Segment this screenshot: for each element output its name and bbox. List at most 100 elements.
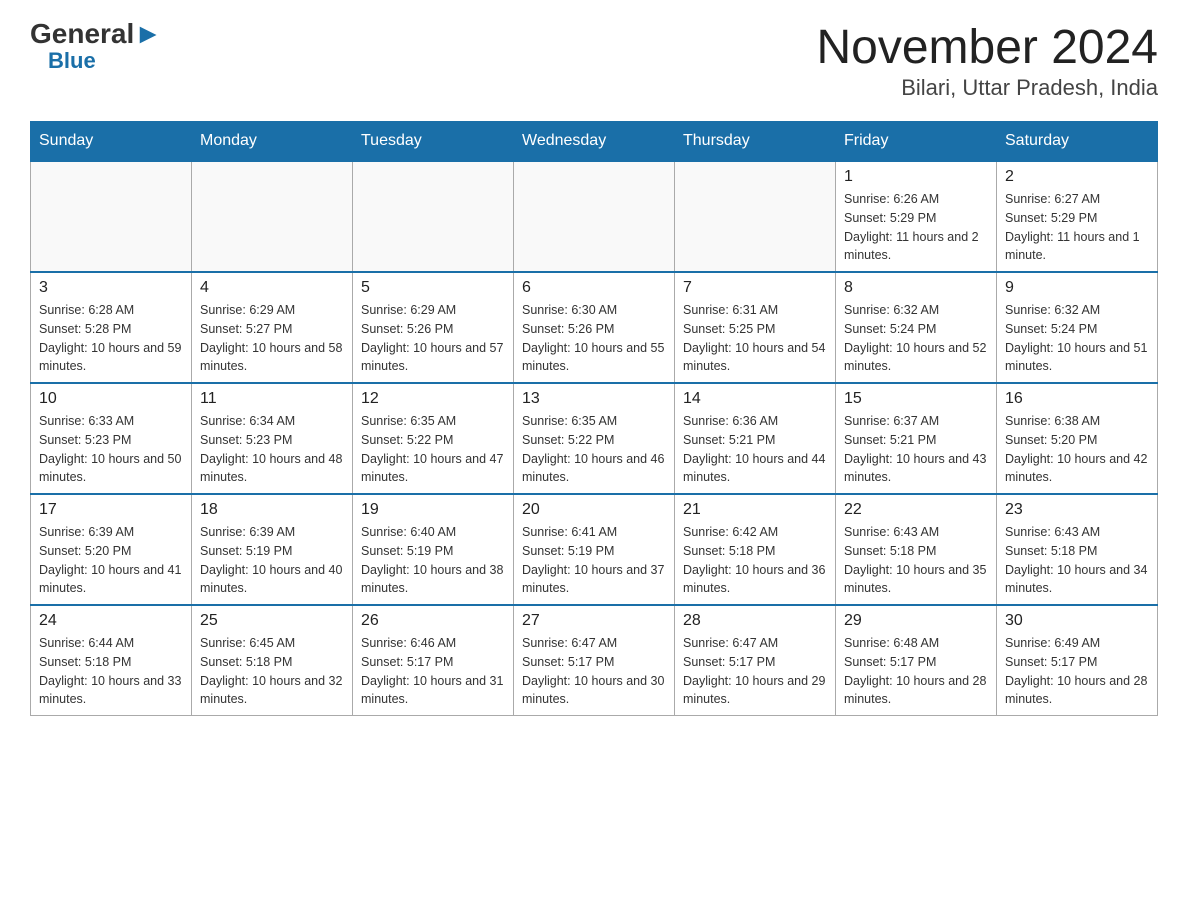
col-wednesday: Wednesday <box>514 122 675 162</box>
calendar-week-row: 24Sunrise: 6:44 AMSunset: 5:18 PMDayligh… <box>31 605 1158 716</box>
day-info: Sunrise: 6:29 AMSunset: 5:27 PMDaylight:… <box>200 301 344 376</box>
day-info: Sunrise: 6:45 AMSunset: 5:18 PMDaylight:… <box>200 634 344 709</box>
table-row: 4 Sunrise: 6:29 AMSunset: 5:27 PMDaylight… <box>192 272 353 383</box>
day-number: 2 <box>1005 168 1149 186</box>
day-info: Sunrise: 6:27 AMSunset: 5:29 PMDaylight:… <box>1005 190 1149 265</box>
table-row: 15 Sunrise: 6:37 AMSunset: 5:21 PMDayligh… <box>836 383 997 494</box>
day-info: Sunrise: 6:30 AMSunset: 5:26 PMDaylight:… <box>522 301 666 376</box>
day-number: 26 <box>361 612 505 630</box>
day-info: Sunrise: 6:31 AMSunset: 5:25 PMDaylight:… <box>683 301 827 376</box>
day-info: Sunrise: 6:47 AMSunset: 5:17 PMDaylight:… <box>522 634 666 709</box>
day-number: 18 <box>200 501 344 519</box>
col-monday: Monday <box>192 122 353 162</box>
table-row: 20Sunrise: 6:41 AMSunset: 5:19 PMDayligh… <box>514 494 675 605</box>
col-thursday: Thursday <box>675 122 836 162</box>
table-row: 5 Sunrise: 6:29 AMSunset: 5:26 PMDaylight… <box>353 272 514 383</box>
table-row <box>353 161 514 272</box>
day-number: 29 <box>844 612 988 630</box>
col-sunday: Sunday <box>31 122 192 162</box>
day-info: Sunrise: 6:26 AMSunset: 5:29 PMDaylight:… <box>844 190 988 265</box>
calendar-week-row: 3 Sunrise: 6:28 AMSunset: 5:28 PMDaylight… <box>31 272 1158 383</box>
day-number: 5 <box>361 279 505 297</box>
day-info: Sunrise: 6:43 AMSunset: 5:18 PMDaylight:… <box>1005 523 1149 598</box>
day-info: Sunrise: 6:38 AMSunset: 5:20 PMDaylight:… <box>1005 412 1149 487</box>
calendar-week-row: 10 Sunrise: 6:33 AMSunset: 5:23 PMDayligh… <box>31 383 1158 494</box>
day-number: 27 <box>522 612 666 630</box>
table-row: 6 Sunrise: 6:30 AMSunset: 5:26 PMDaylight… <box>514 272 675 383</box>
table-row: 26 Sunrise: 6:46 AMSunset: 5:17 PMDayligh… <box>353 605 514 716</box>
day-info: Sunrise: 6:49 AMSunset: 5:17 PMDaylight:… <box>1005 634 1149 709</box>
table-row <box>514 161 675 272</box>
day-info: Sunrise: 6:34 AMSunset: 5:23 PMDaylight:… <box>200 412 344 487</box>
table-row: 23 Sunrise: 6:43 AMSunset: 5:18 PMDayligh… <box>997 494 1158 605</box>
table-row: 3 Sunrise: 6:28 AMSunset: 5:28 PMDaylight… <box>31 272 192 383</box>
day-info: Sunrise: 6:32 AMSunset: 5:24 PMDaylight:… <box>844 301 988 376</box>
day-info: Sunrise: 6:39 AMSunset: 5:19 PMDaylight:… <box>200 523 344 598</box>
table-row <box>31 161 192 272</box>
table-row: 9Sunrise: 6:32 AMSunset: 5:24 PMDaylight… <box>997 272 1158 383</box>
table-row: 28 Sunrise: 6:47 AMSunset: 5:17 PMDayligh… <box>675 605 836 716</box>
day-number: 15 <box>844 390 988 408</box>
table-row: 30 Sunrise: 6:49 AMSunset: 5:17 PMDayligh… <box>997 605 1158 716</box>
table-row: 24Sunrise: 6:44 AMSunset: 5:18 PMDayligh… <box>31 605 192 716</box>
table-row: 11 Sunrise: 6:34 AMSunset: 5:23 PMDayligh… <box>192 383 353 494</box>
day-number: 7 <box>683 279 827 297</box>
day-number: 4 <box>200 279 344 297</box>
table-row: 25Sunrise: 6:45 AMSunset: 5:18 PMDayligh… <box>192 605 353 716</box>
day-number: 21 <box>683 501 827 519</box>
table-row: 27 Sunrise: 6:47 AMSunset: 5:17 PMDayligh… <box>514 605 675 716</box>
table-row: 1 Sunrise: 6:26 AMSunset: 5:29 PMDaylight… <box>836 161 997 272</box>
day-number: 12 <box>361 390 505 408</box>
calendar-header-row: Sunday Monday Tuesday Wednesday Thursday… <box>31 122 1158 162</box>
day-info: Sunrise: 6:46 AMSunset: 5:17 PMDaylight:… <box>361 634 505 709</box>
calendar-title: November 2024 <box>816 20 1158 75</box>
calendar-week-row: 17Sunrise: 6:39 AMSunset: 5:20 PMDayligh… <box>31 494 1158 605</box>
table-row: 8 Sunrise: 6:32 AMSunset: 5:24 PMDaylight… <box>836 272 997 383</box>
day-number: 3 <box>39 279 183 297</box>
day-number: 13 <box>522 390 666 408</box>
table-row: 22 Sunrise: 6:43 AMSunset: 5:18 PMDayligh… <box>836 494 997 605</box>
day-info: Sunrise: 6:40 AMSunset: 5:19 PMDaylight:… <box>361 523 505 598</box>
day-number: 28 <box>683 612 827 630</box>
table-row: 13 Sunrise: 6:35 AMSunset: 5:22 PMDayligh… <box>514 383 675 494</box>
day-number: 10 <box>39 390 183 408</box>
day-info: Sunrise: 6:37 AMSunset: 5:21 PMDaylight:… <box>844 412 988 487</box>
day-number: 8 <box>844 279 988 297</box>
day-info: Sunrise: 6:36 AMSunset: 5:21 PMDaylight:… <box>683 412 827 487</box>
logo-blue-text: Blue <box>48 48 96 74</box>
day-number: 14 <box>683 390 827 408</box>
table-row: 18 Sunrise: 6:39 AMSunset: 5:19 PMDayligh… <box>192 494 353 605</box>
table-row: 12Sunrise: 6:35 AMSunset: 5:22 PMDayligh… <box>353 383 514 494</box>
logo-general-text: General► <box>30 20 162 48</box>
col-friday: Friday <box>836 122 997 162</box>
day-info: Sunrise: 6:39 AMSunset: 5:20 PMDaylight:… <box>39 523 183 598</box>
day-info: Sunrise: 6:47 AMSunset: 5:17 PMDaylight:… <box>683 634 827 709</box>
table-row: 19 Sunrise: 6:40 AMSunset: 5:19 PMDayligh… <box>353 494 514 605</box>
day-info: Sunrise: 6:44 AMSunset: 5:18 PMDaylight:… <box>39 634 183 709</box>
day-number: 16 <box>1005 390 1149 408</box>
table-row: 14 Sunrise: 6:36 AMSunset: 5:21 PMDayligh… <box>675 383 836 494</box>
day-number: 11 <box>200 390 344 408</box>
day-number: 1 <box>844 168 988 186</box>
table-row: 29 Sunrise: 6:48 AMSunset: 5:17 PMDayligh… <box>836 605 997 716</box>
table-row: 10 Sunrise: 6:33 AMSunset: 5:23 PMDayligh… <box>31 383 192 494</box>
title-block: November 2024 Bilari, Uttar Pradesh, Ind… <box>816 20 1158 101</box>
day-info: Sunrise: 6:41 AMSunset: 5:19 PMDaylight:… <box>522 523 666 598</box>
col-saturday: Saturday <box>997 122 1158 162</box>
day-number: 22 <box>844 501 988 519</box>
table-row <box>192 161 353 272</box>
day-number: 6 <box>522 279 666 297</box>
day-info: Sunrise: 6:42 AMSunset: 5:18 PMDaylight:… <box>683 523 827 598</box>
day-info: Sunrise: 6:35 AMSunset: 5:22 PMDaylight:… <box>522 412 666 487</box>
calendar-week-row: 1 Sunrise: 6:26 AMSunset: 5:29 PMDaylight… <box>31 161 1158 272</box>
day-info: Sunrise: 6:29 AMSunset: 5:26 PMDaylight:… <box>361 301 505 376</box>
day-info: Sunrise: 6:33 AMSunset: 5:23 PMDaylight:… <box>39 412 183 487</box>
day-number: 19 <box>361 501 505 519</box>
table-row: 7 Sunrise: 6:31 AMSunset: 5:25 PMDaylight… <box>675 272 836 383</box>
day-info: Sunrise: 6:48 AMSunset: 5:17 PMDaylight:… <box>844 634 988 709</box>
day-info: Sunrise: 6:28 AMSunset: 5:28 PMDaylight:… <box>39 301 183 376</box>
day-number: 30 <box>1005 612 1149 630</box>
page-header: General► Blue November 2024 Bilari, Utta… <box>30 20 1158 101</box>
day-number: 23 <box>1005 501 1149 519</box>
day-info: Sunrise: 6:43 AMSunset: 5:18 PMDaylight:… <box>844 523 988 598</box>
